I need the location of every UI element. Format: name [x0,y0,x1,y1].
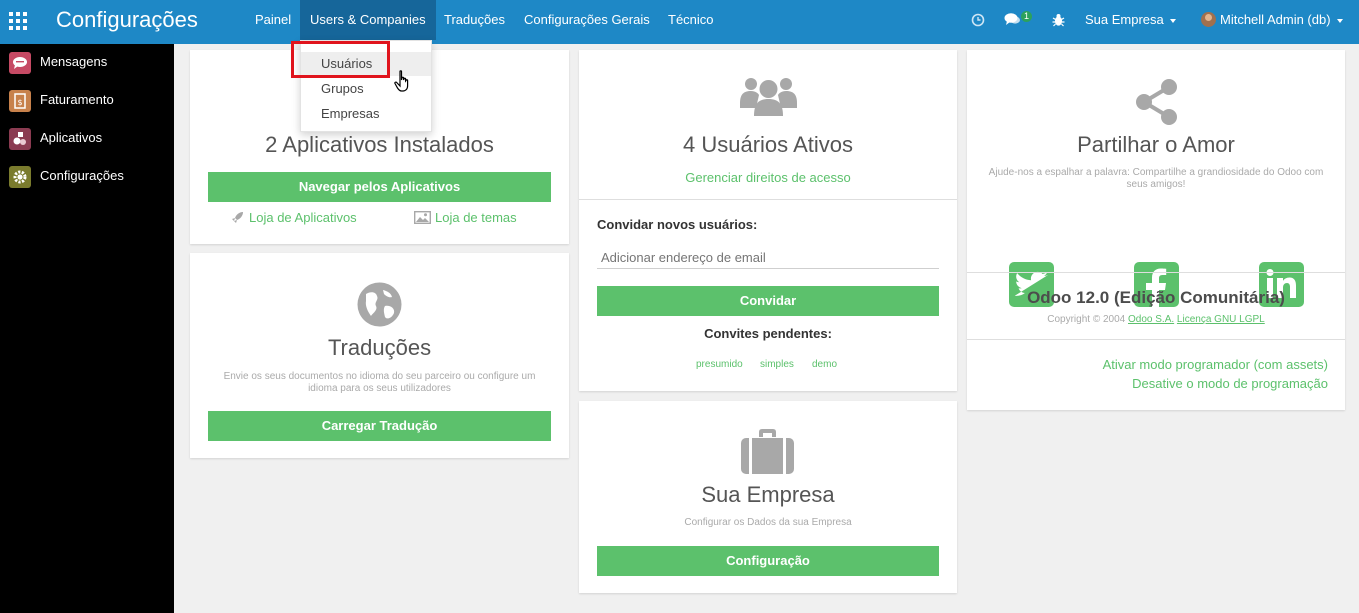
pending-invite[interactable]: demo [812,359,837,370]
messages-icon [9,52,31,74]
sidebar-item-label: Aplicativos [40,130,103,145]
users-card: 4 Usuários Ativos Gerenciar direitos de … [579,50,957,391]
invite-button[interactable]: Convidar [597,286,939,316]
users-card-title: 4 Usuários Ativos [683,132,853,157]
apps-card-title: 2 Aplicativos Instalados [265,132,494,157]
company-card-title: Sua Empresa [701,482,835,507]
email-input[interactable] [597,246,939,269]
menu-configuracoes-gerais[interactable]: Configurações Gerais [524,0,650,40]
menu-traducoes[interactable]: Traduções [444,0,505,40]
pending-invite[interactable]: simples [760,359,794,370]
company-name: Sua Empresa [1085,12,1164,27]
chat-icon[interactable] [1004,12,1021,27]
image-icon [414,211,431,224]
sidebar-item-aplicativos[interactable]: Aplicativos [0,120,174,158]
invoice-icon: $ [9,90,31,112]
enable-dev-mode-assets-link[interactable]: Ativar modo programador (com assets) [1103,357,1328,372]
company-switcher[interactable]: Sua Empresa [1085,0,1176,40]
share-card-title: Partilhar o Amor [1077,132,1235,157]
app-grid-icon[interactable] [9,12,27,30]
menu-painel[interactable]: Painel [255,0,291,40]
app-title: Configurações [56,7,198,32]
share-card: Partilhar o Amor Ajude-nos a espalhar a … [967,50,1345,410]
load-translation-button[interactable]: Carregar Tradução [208,411,551,441]
clock-icon[interactable] [971,13,985,27]
hand-cursor-icon [394,70,409,92]
menu-tecnico[interactable]: Técnico [668,0,714,40]
svg-text:$: $ [17,98,22,107]
copyright-line: Copyright © 2004 Odoo S.A. Licença GNU L… [967,314,1345,325]
sidebar-item-label: Mensagens [40,54,108,69]
dropdown-item-empresas[interactable]: Empresas [301,102,431,126]
translations-card-title: Traduções [327,335,432,360]
gear-icon [9,166,31,188]
theme-store-link[interactable]: Loja de temas [435,210,517,225]
sidebar-item-mensagens[interactable]: Mensagens [0,44,174,82]
manage-access-link[interactable]: Gerenciar direitos de acesso [579,170,957,185]
apps-cubes-icon [9,128,31,150]
briefcase-icon [741,429,794,474]
browse-apps-button[interactable]: Navegar pelos Aplicativos [208,172,551,202]
top-navbar: Configurações Painel Users & Companies T… [0,0,1359,44]
user-name: Mitchell Admin (db) [1220,12,1331,27]
disable-dev-mode-link[interactable]: Desative o modo de programação [1132,376,1328,391]
divider [579,199,957,200]
odoo-version: Odoo 12.0 (Edição Comunitária) [1027,288,1285,307]
sidebar: Mensagens $ Faturamento Aplicativos Conf… [0,44,174,613]
pending-invites-label: Convites pendentes: [704,326,832,341]
user-menu[interactable]: Mitchell Admin (db) [1220,0,1343,40]
globe-icon [357,282,402,327]
odoo-sa-link[interactable]: Odoo S.A. [1128,314,1174,325]
caret-down-icon [1169,18,1176,23]
highlight-annotation [291,41,390,78]
pending-invite[interactable]: presumido [696,359,743,370]
avatar[interactable] [1201,12,1216,27]
share-icon [1136,79,1177,125]
company-description: Configurar os Dados da sua Empresa [684,517,852,528]
app-store-link[interactable]: Loja de Aplicativos [249,210,357,225]
copyright-text: Copyright © 2004 [1047,314,1126,325]
translations-description: Envie os seus documentos no idioma do se… [223,371,536,394]
divider [967,272,1345,273]
invite-label: Convidar novos usuários: [597,217,758,232]
license-link[interactable]: Licença GNU LGPL [1177,314,1265,325]
bug-icon[interactable] [1052,13,1065,27]
sidebar-item-label: Configurações [40,168,124,183]
chat-badge: 1 [1021,11,1033,22]
sidebar-item-faturamento[interactable]: $ Faturamento [0,82,174,120]
rocket-icon [232,212,243,223]
configure-company-button[interactable]: Configuração [597,546,939,576]
sidebar-item-label: Faturamento [40,92,114,107]
share-description: Ajude-nos a espalhar a palavra: Comparti… [988,167,1324,190]
caret-down-icon [1336,18,1343,23]
company-card: Sua Empresa Configurar os Dados da sua E… [579,401,957,593]
translations-card: Traduções Envie os seus documentos no id… [190,253,569,458]
sidebar-item-configuracoes[interactable]: Configurações [0,158,174,196]
users-icon [740,78,797,116]
menu-users-companies[interactable]: Users & Companies [300,0,436,40]
divider [967,339,1345,340]
